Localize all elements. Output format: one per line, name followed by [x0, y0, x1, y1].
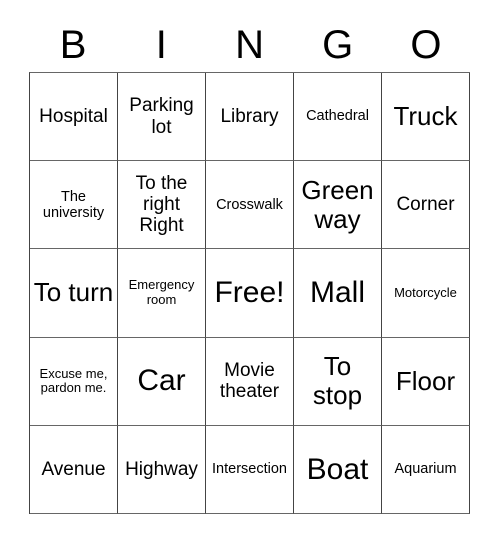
- bingo-row: The university To the right Right Crossw…: [30, 161, 470, 250]
- bingo-row: Hospital Parking lot Library Cathedral T…: [30, 73, 470, 162]
- bingo-cell[interactable]: Boat: [294, 425, 382, 515]
- bingo-cell[interactable]: Floor: [382, 337, 470, 426]
- bingo-grid: Hospital Parking lot Library Cathedral T…: [29, 72, 470, 515]
- bingo-cell[interactable]: Truck: [382, 73, 470, 162]
- bingo-cell-label: Intersection: [212, 461, 287, 478]
- bingo-cell[interactable]: Hospital: [30, 73, 118, 162]
- bingo-cell[interactable]: Crosswalk: [206, 161, 294, 250]
- bingo-cell-label: Highway: [125, 458, 198, 480]
- bingo-cell-label: Cathedral: [306, 108, 369, 125]
- bingo-header-letter-b: B: [59, 23, 87, 67]
- bingo-header-letter-g: G: [322, 23, 354, 67]
- bingo-cell[interactable]: Aquarium: [382, 425, 470, 515]
- bingo-cell[interactable]: Mall: [294, 249, 382, 338]
- bingo-cell-free[interactable]: Free!: [206, 249, 294, 338]
- bingo-cell-label: Boat: [306, 452, 369, 486]
- bingo-row: Avenue Highway Intersection Boat Aquariu…: [30, 425, 470, 515]
- bingo-cell-label: To stop: [312, 351, 363, 411]
- bingo-cell[interactable]: To the right Right: [118, 161, 206, 250]
- bingo-cell[interactable]: Highway: [118, 425, 206, 515]
- bingo-header-letter-o: O: [410, 23, 442, 67]
- bingo-cell-label: Library: [220, 105, 279, 127]
- bingo-cell[interactable]: Emergency room: [118, 249, 206, 338]
- bingo-cell-label: Aquarium: [394, 461, 457, 478]
- bingo-cell-label: Truck: [393, 101, 458, 132]
- bingo-cell-label: The university: [42, 188, 105, 221]
- bingo-row: To turn Emergency room Free! Mall Motorc…: [30, 249, 470, 338]
- bingo-cell-label: Excuse me, pardon me.: [39, 365, 108, 396]
- bingo-cell-label: Avenue: [41, 458, 106, 480]
- bingo-cell-label: Parking lot: [129, 95, 194, 138]
- bingo-cell[interactable]: Corner: [382, 161, 470, 250]
- bingo-cell-label: Floor: [395, 365, 456, 396]
- bingo-cell-label: Movie theater: [219, 359, 280, 403]
- bingo-cell-label: Mall: [309, 276, 365, 310]
- bingo-card: B I N G O Hospital Parking lot Library C…: [0, 0, 500, 544]
- bingo-cell[interactable]: Library: [206, 73, 294, 162]
- bingo-cell[interactable]: Car: [118, 337, 206, 426]
- bingo-cell-label: Green way: [301, 174, 374, 234]
- bingo-cell[interactable]: The university: [30, 161, 118, 250]
- bingo-cell[interactable]: Green way: [294, 161, 382, 250]
- bingo-cell[interactable]: Intersection: [206, 425, 294, 515]
- bingo-cell-label: Emergency room: [128, 277, 195, 307]
- bingo-cell-label: Hospital: [39, 105, 108, 127]
- bingo-header-letter-i: I: [155, 23, 167, 67]
- bingo-cell-label: Crosswalk: [216, 196, 283, 213]
- bingo-header-letter-n: N: [235, 23, 264, 67]
- bingo-row: Excuse me, pardon me. Car Movie theater …: [30, 337, 470, 426]
- bingo-cell-label: Free!: [214, 276, 285, 310]
- bingo-cell-label: To the right Right: [135, 172, 188, 237]
- bingo-cell[interactable]: Motorcycle: [382, 249, 470, 338]
- bingo-cell[interactable]: Movie theater: [206, 337, 294, 426]
- bingo-cell[interactable]: Cathedral: [294, 73, 382, 162]
- bingo-cell-label: Car: [137, 364, 186, 398]
- bingo-cell[interactable]: To stop: [294, 337, 382, 426]
- bingo-header-row: B I N G O: [29, 18, 470, 72]
- bingo-cell[interactable]: Excuse me, pardon me.: [30, 337, 118, 426]
- bingo-cell-label: Motorcycle: [394, 284, 457, 300]
- bingo-cell-label: Corner: [396, 194, 455, 216]
- bingo-cell[interactable]: To turn: [30, 249, 118, 338]
- bingo-cell-label: To turn: [33, 277, 114, 308]
- bingo-cell[interactable]: Avenue: [30, 425, 118, 515]
- bingo-cell[interactable]: Parking lot: [118, 73, 206, 162]
